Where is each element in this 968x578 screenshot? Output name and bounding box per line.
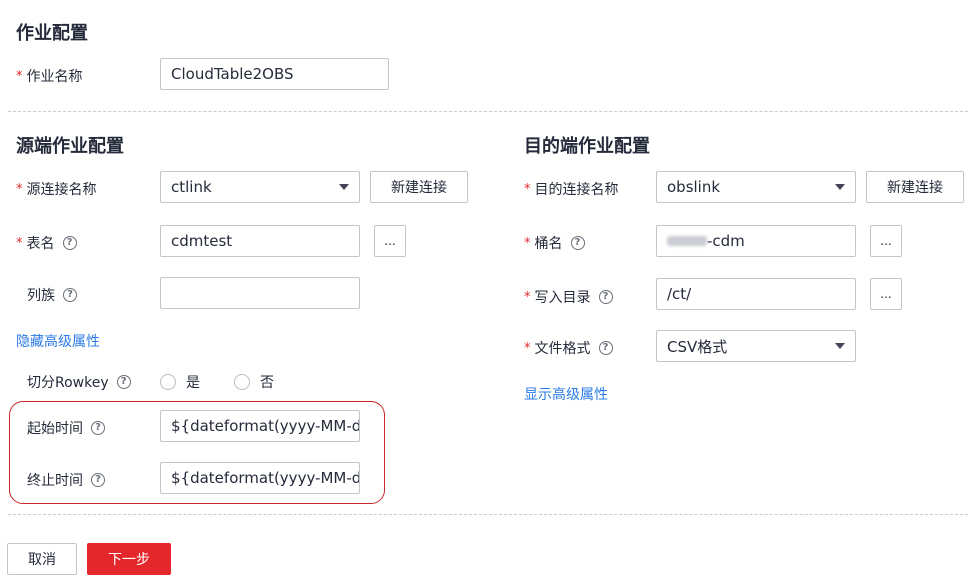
- table-browse-button[interactable]: ...: [374, 225, 406, 257]
- job-name-input[interactable]: CloudTable2OBS: [160, 58, 389, 90]
- split-rowkey-no-radio[interactable]: 否: [234, 372, 274, 392]
- start-time-label-text: 起始时间: [27, 421, 83, 437]
- file-format-label: * 文件格式 ?: [524, 338, 613, 358]
- source-config-title: 源端作业配置: [16, 136, 124, 157]
- help-icon[interactable]: ?: [570, 236, 585, 250]
- required-marker: *: [524, 235, 531, 251]
- split-rowkey-yes-radio[interactable]: 是: [160, 372, 200, 392]
- table-name-label: * 表名 ?: [16, 233, 77, 253]
- bucket-browse-button[interactable]: ...: [870, 225, 902, 257]
- cancel-button[interactable]: 取消: [7, 543, 77, 575]
- divider: [8, 111, 968, 112]
- radio-label-no: 否: [260, 375, 274, 391]
- required-marker: *: [16, 181, 23, 197]
- split-rowkey-label-text: 切分Rowkey: [27, 375, 109, 391]
- column-family-label-text: 列族: [27, 288, 55, 304]
- radio-circle[interactable]: [234, 374, 250, 390]
- destination-connection-select[interactable]: obslink: [656, 171, 856, 203]
- help-icon[interactable]: ?: [598, 290, 613, 304]
- destination-connection-label-text: 目的连接名称: [534, 182, 619, 198]
- show-advanced-link[interactable]: 显示高级属性: [524, 384, 608, 404]
- help-icon[interactable]: ?: [63, 288, 77, 302]
- divider: [8, 514, 968, 515]
- redacted-text: [667, 236, 707, 246]
- next-step-button[interactable]: 下一步: [87, 543, 171, 575]
- column-family-label: 列族 ?: [27, 285, 77, 305]
- required-marker: *: [524, 289, 531, 305]
- source-connection-select[interactable]: ctlink: [160, 171, 360, 203]
- required-marker: *: [16, 235, 23, 251]
- job-config-title: 作业配置: [16, 23, 88, 44]
- destination-new-connection-button[interactable]: 新建连接: [866, 171, 964, 203]
- bucket-name-label: * 桶名 ?: [524, 233, 585, 253]
- hide-advanced-link[interactable]: 隐藏高级属性: [16, 331, 100, 351]
- help-icon[interactable]: ?: [116, 375, 131, 389]
- table-name-input[interactable]: cdmtest: [160, 225, 360, 257]
- help-icon[interactable]: ?: [91, 473, 105, 487]
- required-marker: *: [524, 181, 531, 197]
- bucket-name-label-text: 桶名: [534, 236, 563, 252]
- start-time-label: 起始时间 ?: [27, 418, 105, 438]
- write-dir-label-text: 写入目录: [534, 290, 591, 306]
- file-format-value: CSV格式: [667, 337, 728, 356]
- chevron-down-icon: [835, 343, 845, 349]
- source-connection-value: ctlink: [171, 178, 212, 196]
- file-format-label-text: 文件格式: [534, 341, 591, 357]
- job-name-label-text: 作业名称: [26, 69, 83, 85]
- help-icon[interactable]: ?: [598, 341, 613, 355]
- required-marker: *: [524, 340, 531, 356]
- end-time-label-text: 终止时间: [27, 473, 83, 489]
- help-icon[interactable]: ?: [91, 421, 105, 435]
- bucket-name-input[interactable]: -cdm: [656, 225, 856, 257]
- required-marker: *: [16, 68, 23, 84]
- job-name-label: * 作业名称: [16, 66, 83, 86]
- chevron-down-icon: [339, 184, 349, 190]
- destination-config-title: 目的端作业配置: [524, 136, 650, 157]
- source-new-connection-button[interactable]: 新建连接: [370, 171, 468, 203]
- split-rowkey-label: 切分Rowkey ?: [27, 372, 131, 392]
- radio-circle[interactable]: [160, 374, 176, 390]
- table-name-label-text: 表名: [26, 236, 55, 252]
- start-time-input[interactable]: ${dateformat(yyyy-MM-dd: [160, 410, 360, 442]
- column-family-input[interactable]: [160, 277, 360, 309]
- source-connection-label: * 源连接名称: [16, 179, 97, 199]
- write-dir-input[interactable]: /ct/: [656, 278, 856, 310]
- end-time-label: 终止时间 ?: [27, 470, 105, 490]
- end-time-input[interactable]: ${dateformat(yyyy-MM-dd: [160, 462, 360, 494]
- chevron-down-icon: [835, 184, 845, 190]
- source-connection-label-text: 源连接名称: [26, 182, 97, 198]
- help-icon[interactable]: ?: [62, 236, 77, 250]
- destination-connection-label: * 目的连接名称: [524, 179, 619, 199]
- write-dir-label: * 写入目录 ?: [524, 287, 613, 307]
- bucket-name-value: -cdm: [707, 232, 745, 250]
- destination-connection-value: obslink: [667, 178, 721, 196]
- write-dir-browse-button[interactable]: ...: [870, 278, 902, 310]
- file-format-select[interactable]: CSV格式: [656, 330, 856, 362]
- radio-label-yes: 是: [186, 375, 200, 391]
